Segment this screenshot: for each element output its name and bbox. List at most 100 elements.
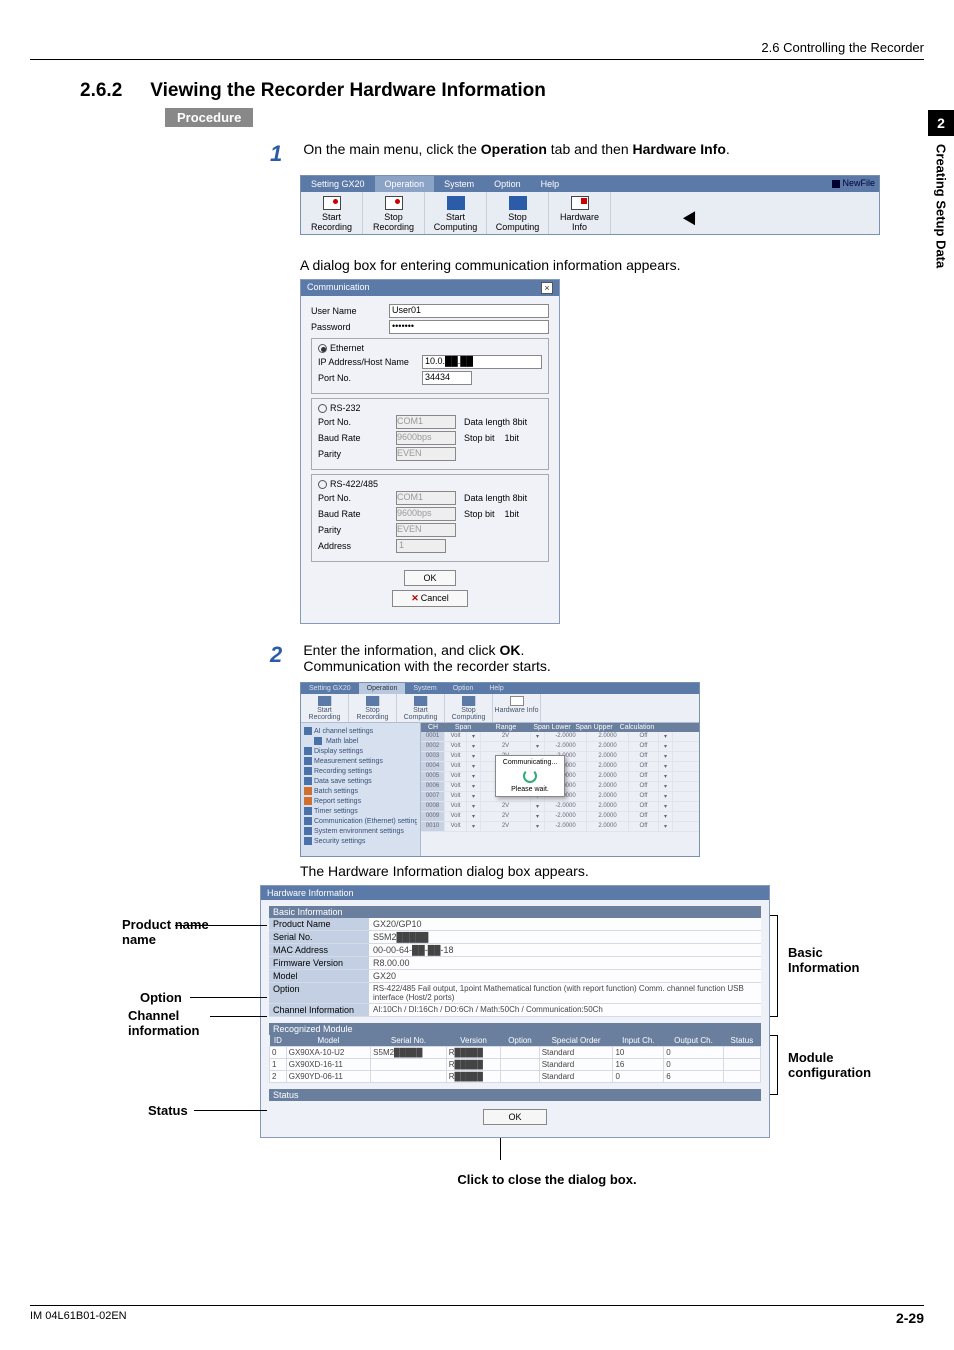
tree-item[interactable]: Math label (304, 736, 417, 746)
tree-item[interactable]: Timer settings (304, 806, 417, 816)
step-2-post: . (520, 642, 524, 658)
grid-row[interactable]: 0001Volt▾2V▾-2.00002.0000Off▾ (421, 732, 699, 742)
tree-item[interactable]: Security settings (304, 836, 417, 846)
step-1-text: On the main menu, click the Operation ta… (303, 141, 823, 157)
ip-label: IP Address/Host Name (318, 357, 422, 367)
rs422-port-label: Port No. (318, 493, 396, 503)
module-cell (371, 1059, 447, 1071)
rs422-radio[interactable]: RS-422/485 (318, 479, 378, 489)
spinner-icon (523, 769, 537, 783)
ip-input[interactable]: 10.0.██.██ (422, 355, 542, 369)
opwin-menu-operation[interactable]: Operation (359, 683, 406, 694)
opwin-stop-comp-label: Stop Computing (452, 707, 486, 721)
grid-row[interactable]: 0010Volt▾2V▾-2.00002.0000Off▾ (421, 822, 699, 832)
channel-grid: CH Span Range Span Lower Span Upper Calc… (421, 723, 699, 857)
comm-ok-button[interactable]: OK (404, 570, 455, 586)
module-cell: GX90YD-06-11 (286, 1071, 370, 1083)
menu-setting[interactable]: Setting GX20 (301, 176, 375, 192)
grid-hdr-span: Span (445, 723, 481, 732)
procedure-badge: Procedure (165, 108, 253, 127)
module-cell: 16 (613, 1059, 664, 1071)
rs422-parity-select[interactable]: EVEN (396, 523, 456, 537)
grid-row[interactable]: 0009Volt▾2V▾-2.00002.0000Off▾ (421, 812, 699, 822)
port-input[interactable]: 34434 (422, 371, 472, 385)
stop-recording-button[interactable]: Stop Recording (363, 192, 425, 234)
tree-item[interactable]: System environment settings (304, 826, 417, 836)
username-input[interactable]: User01 (389, 304, 549, 318)
menu-help[interactable]: Help (531, 176, 570, 192)
grid-row[interactable]: 0002Volt▾2V▾-2.00002.0000Off▾ (421, 742, 699, 752)
tree-item[interactable]: Report settings (304, 796, 417, 806)
hw-ok-button[interactable]: OK (483, 1109, 546, 1125)
tree-item[interactable]: Data save settings (304, 776, 417, 786)
module-col-header: Option (501, 1035, 539, 1047)
rs422-stopbit-value: 1bit (505, 509, 520, 519)
click-to-close-caption: Click to close the dialog box. (170, 1172, 924, 1187)
please-wait-text: Please wait. (499, 786, 561, 793)
module-cell (723, 1071, 760, 1083)
module-cell (501, 1047, 539, 1059)
menu-system[interactable]: System (434, 176, 484, 192)
password-input[interactable]: ••••••• (389, 320, 549, 334)
rs232-radio[interactable]: RS-232 (318, 403, 361, 413)
tree-item[interactable]: Display settings (304, 746, 417, 756)
tree-item[interactable]: Batch settings (304, 786, 417, 796)
footer-page-number: 2-29 (896, 1310, 924, 1326)
rs232-datalen-value: 8bit (513, 417, 528, 427)
callout-module-config: Moduleconfiguration (788, 1050, 871, 1080)
opwin-start-comp[interactable]: Start Computing (397, 694, 445, 722)
module-cell: Standard (539, 1071, 613, 1083)
module-table: IDModelSerial No.VersionOptionSpecial Or… (269, 1035, 761, 1083)
module-row: 1GX90XD-16-11R█████Standard160 (270, 1059, 761, 1071)
step-2-pre: Enter the information, and click (303, 642, 499, 658)
comm-cancel-button[interactable]: ✕Cancel (392, 590, 468, 607)
tree-item[interactable]: Measurement settings (304, 756, 417, 766)
module-cell: 0 (613, 1071, 664, 1083)
start-recording-button[interactable]: Start Recording (301, 192, 363, 234)
module-col-header: Model (286, 1035, 370, 1047)
step-1-number: 1 (270, 141, 300, 167)
stop-recording-label: Stop Recording (373, 212, 414, 232)
operation-window: Setting GX20 Operation System Option Hel… (300, 682, 700, 857)
chapter-number-badge: 2 (928, 110, 954, 136)
ok-pointer-line (500, 1138, 501, 1160)
menu-option[interactable]: Option (484, 176, 531, 192)
opwin-menu-system[interactable]: System (405, 683, 444, 694)
lead-line (175, 925, 267, 926)
grid-row[interactable]: 0008Volt▾2V▾-2.00002.0000Off▾ (421, 802, 699, 812)
serial-label: Serial No. (269, 931, 369, 943)
rs422-address-input[interactable]: 1 (396, 539, 446, 553)
serial-value: S5M2█████ (369, 931, 761, 943)
newfile-label: NewFile (842, 178, 875, 188)
menu-operation[interactable]: Operation (375, 176, 435, 192)
radio-on-icon (318, 344, 327, 353)
opwin-start-rec[interactable]: Start Recording (301, 694, 349, 722)
opwin-menu-setting[interactable]: Setting GX20 (301, 683, 359, 694)
hardware-info-button[interactable]: Hardware Info (549, 192, 611, 234)
opwin-menu-help[interactable]: Help (481, 683, 511, 694)
bracket-module-config (770, 1035, 778, 1095)
section-number: 2.6.2 (80, 80, 122, 102)
settings-tree[interactable]: AI channel settings Math label Display s… (301, 723, 421, 857)
rs232-parity-select[interactable]: EVEN (396, 447, 456, 461)
close-icon[interactable]: × (541, 282, 553, 294)
tree-item[interactable]: Communication (Ethernet) settings (304, 816, 417, 826)
opwin-hw-info[interactable]: Hardware Info (493, 694, 541, 722)
rs232-port-label: Port No. (318, 417, 396, 427)
step-2-line2: Communication with the recorder starts. (303, 658, 550, 674)
radio-off-icon-2 (318, 480, 327, 489)
chapter-side-tab: 2 Creating Setup Data (928, 110, 954, 268)
module-cell: Standard (539, 1059, 613, 1071)
stop-computing-button[interactable]: Stop Computing (487, 192, 549, 234)
tree-item[interactable]: AI channel settings (304, 726, 417, 736)
opwin-stop-comp[interactable]: Stop Computing (445, 694, 493, 722)
tree-item[interactable]: Recording settings (304, 766, 417, 776)
ethernet-radio[interactable]: Ethernet (318, 343, 364, 353)
rs422-port-select[interactable]: COM1 (396, 491, 456, 505)
start-computing-button[interactable]: Start Computing (425, 192, 487, 234)
opwin-stop-rec[interactable]: Stop Recording (349, 694, 397, 722)
rs232-port-select[interactable]: COM1 (396, 415, 456, 429)
rs232-baud-select[interactable]: 9600bps (396, 431, 456, 445)
opwin-menu-option[interactable]: Option (445, 683, 482, 694)
rs422-baud-select[interactable]: 9600bps (396, 507, 456, 521)
